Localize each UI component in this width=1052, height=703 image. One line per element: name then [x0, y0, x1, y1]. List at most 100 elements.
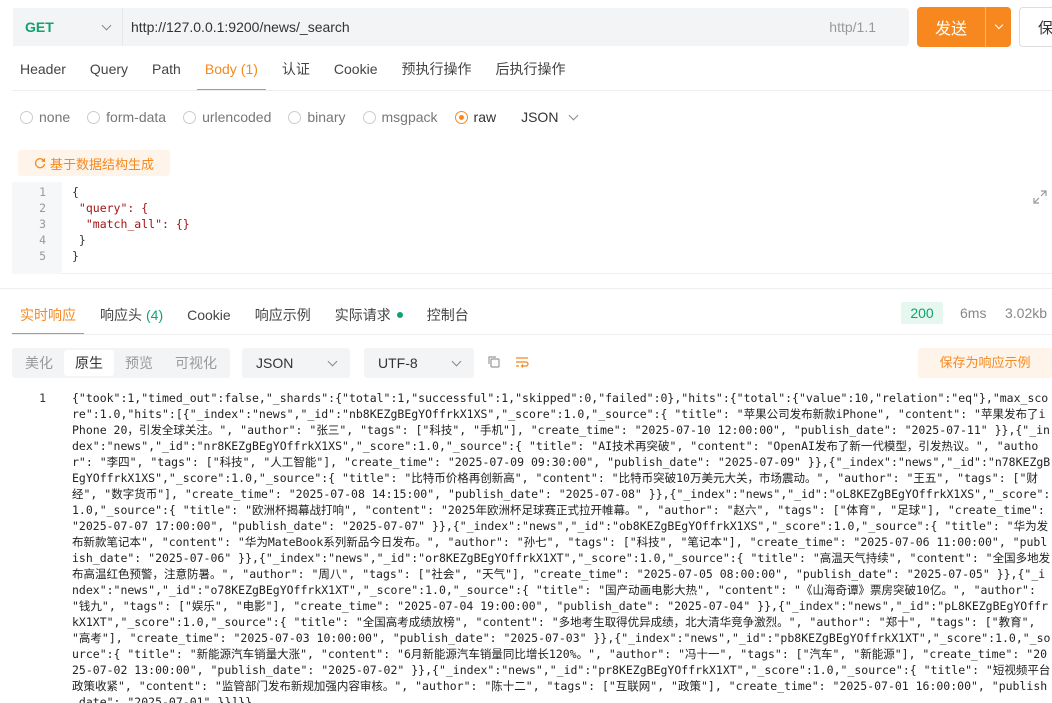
radio-label: raw [473, 109, 497, 125]
url-input[interactable]: http://127.0.0.1:9200/news/_search [123, 19, 829, 35]
editor-line: 5} [12, 248, 1052, 264]
tab-response-example[interactable]: 响应示例 [255, 303, 311, 327]
raw-format-label: JSON [521, 109, 559, 125]
chevron-down-icon [994, 20, 1003, 30]
encoding-select[interactable]: UTF-8 [364, 348, 474, 378]
radio-label: msgpack [381, 109, 438, 125]
wrap-icon[interactable] [515, 355, 529, 369]
editor-line: 4 } [12, 232, 1052, 248]
view-mode-raw[interactable]: 原生 [64, 350, 114, 376]
tab-query[interactable]: Query [90, 58, 128, 88]
response-text: {"took":1,"timed_out":false,"_shards":{"… [72, 391, 1052, 703]
tab-label: 控制台 [426, 307, 469, 323]
tab-label: 预执行操作 [401, 61, 472, 77]
tab-header[interactable]: Header [20, 58, 66, 88]
response-time: 6ms [960, 305, 987, 321]
request-tabs: Header Query Path Body (1) 认证 Cookie 预执行操… [20, 58, 590, 91]
save-button[interactable]: 保 [1019, 7, 1052, 47]
line-text: "query": { [72, 201, 149, 215]
url-bar: GET http://127.0.0.1:9200/news/_search h… [13, 8, 909, 46]
line-number: 4 [39, 233, 46, 247]
tab-console[interactable]: 控制台 [427, 303, 469, 327]
tab-post-script[interactable]: 后执行操作 [496, 58, 566, 88]
send-button-label: 发送 [934, 21, 967, 38]
tab-label: Path [152, 61, 181, 77]
tab-label: 实时响应 [20, 307, 76, 323]
editor-line: 2 "query": { [12, 200, 1052, 216]
radio-none[interactable]: none [20, 109, 70, 125]
radio-icon [362, 110, 376, 124]
refresh-icon [34, 158, 46, 169]
divider [0, 288, 1052, 289]
send-button[interactable]: 发送 [917, 7, 1011, 47]
tab-label: Cookie [333, 61, 378, 77]
tab-label: 认证 [281, 61, 310, 77]
editor-line: 1{ [12, 184, 1052, 200]
expand-icon[interactable] [1033, 190, 1047, 204]
generate-from-schema-button[interactable]: 基于数据结构生成 [18, 150, 171, 176]
radio-binary[interactable]: binary [288, 109, 346, 125]
body-type-group: none form-data urlencoded binary msgpack… [20, 109, 579, 125]
response-body[interactable]: 1 {"took":1,"timed_out":false,"_shards":… [12, 390, 1052, 703]
radio-raw[interactable]: raw [454, 109, 497, 125]
chevron-down-icon [568, 110, 579, 120]
radio-form-data[interactable]: form-data [87, 109, 166, 125]
tab-label: Header [20, 61, 66, 77]
tab-auth[interactable]: 认证 [282, 58, 310, 88]
view-mode-pretty[interactable]: 美化 [14, 350, 64, 376]
divider [12, 90, 1052, 91]
view-mode-visualize[interactable]: 可视化 [164, 350, 228, 376]
tab-live-response[interactable]: 实时响应 [12, 303, 84, 335]
http-version-select[interactable]: http/1.1 [829, 19, 895, 35]
radio-label: none [39, 109, 71, 125]
tab-actual-request[interactable]: 实际请求 [335, 303, 403, 327]
save-as-example-button[interactable]: 保存为响应示例 [918, 348, 1052, 378]
response-size: 3.02kb [1005, 305, 1048, 321]
tab-label: 后执行操作 [495, 61, 566, 77]
response-format-select[interactable]: JSON [242, 348, 350, 378]
save-button-label: 保 [1038, 19, 1052, 37]
tab-label: Query [89, 61, 129, 77]
http-version-label: http/1.1 [829, 19, 876, 35]
radio-label: urlencoded [202, 109, 272, 125]
generate-label: 基于数据结构生成 [50, 156, 155, 172]
line-number: 3 [39, 217, 46, 231]
status-dot-icon [396, 312, 403, 318]
tab-label: 响应头 [100, 307, 142, 323]
radio-msgpack[interactable]: msgpack [362, 109, 438, 125]
radio-label: form-data [106, 109, 167, 125]
chevron-down-icon [451, 356, 462, 366]
tab-label: 实际请求 [334, 307, 391, 323]
tab-response-headers[interactable]: 响应头 (4) [100, 303, 163, 327]
radio-checked-icon [454, 110, 468, 124]
tab-pre-script[interactable]: 预执行操作 [402, 58, 472, 88]
tab-label: Cookie [187, 307, 231, 323]
body-editor[interactable]: 1{ 2 "query": { 3 "match_all": {} 4 } 5} [12, 182, 1052, 274]
line-text: } [72, 249, 79, 263]
tab-response-cookie[interactable]: Cookie [187, 303, 231, 327]
tab-body[interactable]: Body (1) [196, 58, 266, 91]
view-mode-toggle: 美化 原生 预览 可视化 [12, 348, 230, 378]
line-number: 2 [39, 201, 46, 215]
radio-icon [87, 110, 101, 124]
line-text: { [72, 185, 79, 199]
line-number: 1 [39, 391, 46, 405]
tab-label: 响应示例 [254, 307, 311, 323]
encoding-label: UTF-8 [378, 355, 418, 371]
radio-icon [20, 110, 33, 124]
view-mode-preview[interactable]: 预览 [114, 350, 164, 376]
chevron-down-icon [101, 20, 112, 30]
tab-cookie[interactable]: Cookie [334, 58, 378, 88]
raw-format-select[interactable]: JSON [521, 109, 579, 125]
tab-path[interactable]: Path [152, 58, 181, 88]
copy-icon[interactable] [487, 355, 501, 369]
send-options-button[interactable] [986, 20, 1011, 30]
tab-count: (4) [146, 307, 164, 323]
tab-label: Body [204, 61, 237, 77]
tab-count: (1) [240, 61, 258, 77]
divider [12, 334, 1052, 335]
line-number: 1 [39, 185, 46, 199]
line-number: 5 [39, 249, 46, 263]
method-select[interactable]: GET [13, 8, 123, 46]
radio-urlencoded[interactable]: urlencoded [183, 109, 271, 125]
